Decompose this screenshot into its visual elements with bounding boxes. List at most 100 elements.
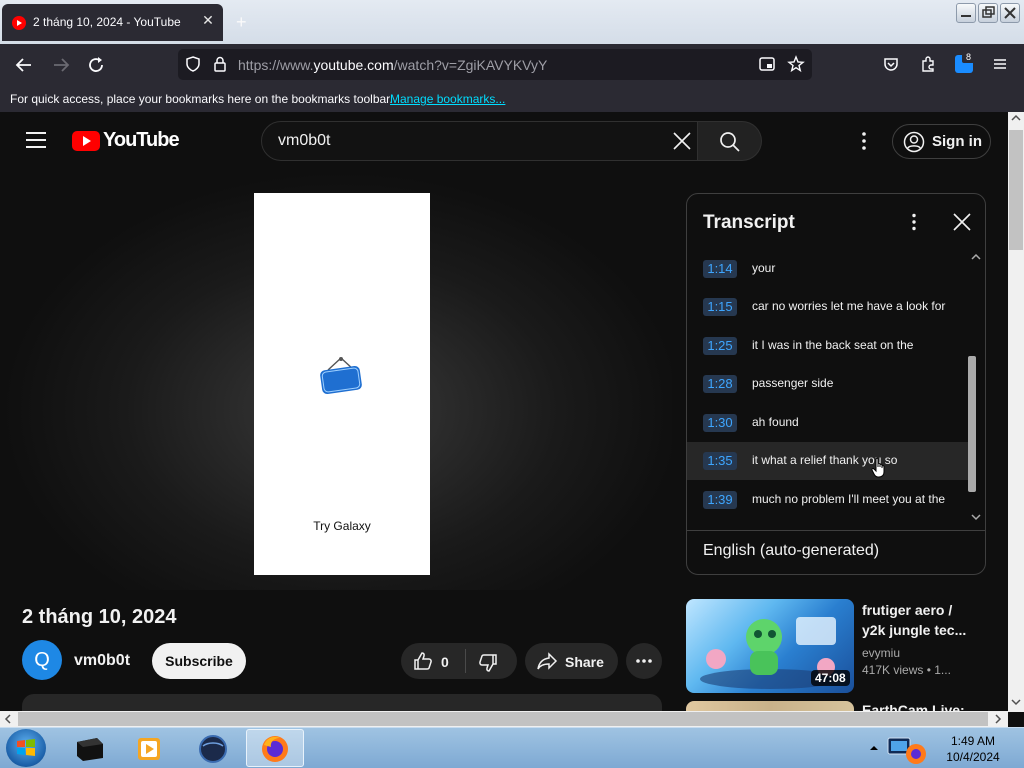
window-close-button[interactable] <box>1000 3 1020 23</box>
recommendation-title-line2: y2k jungle tec... <box>862 622 967 638</box>
transcript-text: your <box>752 261 776 275</box>
windows-logo-icon <box>17 739 35 756</box>
open-sign-icon <box>318 356 364 396</box>
scroll-right-arrow-icon[interactable] <box>994 714 1002 724</box>
page-horizontal-scroll-thumb[interactable] <box>18 712 988 726</box>
bookmarks-toolbar: For quick access, place your bookmarks h… <box>0 86 1024 112</box>
taskbar-app-media-player[interactable] <box>120 729 178 767</box>
start-button[interactable] <box>6 729 46 767</box>
manage-bookmarks-link[interactable]: Manage bookmarks... <box>390 92 505 106</box>
account-circle-icon <box>903 131 925 153</box>
transcript-text: car no worries let me have a look for <box>752 299 946 313</box>
more-horizontal-icon <box>636 659 652 663</box>
taskbar-app-globe[interactable] <box>184 729 242 767</box>
page-vertical-scroll-thumb[interactable] <box>1009 130 1023 250</box>
forward-arrow-icon[interactable] <box>51 55 71 75</box>
transcript-timestamp[interactable]: 1:35 <box>703 452 737 470</box>
tray-network-icon[interactable] <box>886 734 940 766</box>
hamburger-menu-icon[interactable] <box>991 55 1009 73</box>
url-domain: youtube.com <box>313 57 394 73</box>
url-prefix: https://www. <box>238 57 314 73</box>
system-clock[interactable]: 1:49 AM 10/4/2024 <box>944 733 1002 765</box>
tab-close-icon[interactable]: ✕ <box>200 12 216 28</box>
search-query-text[interactable]: vm0b0t <box>278 132 330 150</box>
youtube-favicon-icon <box>12 16 26 30</box>
settings-kebab-icon[interactable] <box>855 131 873 151</box>
channel-avatar[interactable]: Q <box>22 640 62 680</box>
ad-caption[interactable]: Try Galaxy <box>254 519 430 533</box>
transcript-segment[interactable]: 1:25 it I was in the back seat on the <box>687 327 968 365</box>
transcript-segment-hovered[interactable]: 1:35 it what a relief thank you so <box>687 442 968 480</box>
transcript-timestamp[interactable]: 1:25 <box>703 337 737 355</box>
extensions-puzzle-icon[interactable] <box>919 55 937 73</box>
transcript-segment[interactable]: 1:15 car no worries let me have a look f… <box>687 288 968 326</box>
like-count[interactable]: 0 <box>441 654 449 670</box>
show-hidden-icons-arrow-icon[interactable] <box>869 744 879 752</box>
bookmark-star-icon[interactable] <box>787 55 805 73</box>
transcript-segment[interactable]: 1:39 much no problem I'll meet you at th… <box>687 481 968 519</box>
back-arrow-icon[interactable] <box>14 55 34 75</box>
transcript-segment[interactable]: 1:14 your <box>687 250 968 288</box>
transcript-text: ah found <box>752 415 799 429</box>
window-minimize-button[interactable] <box>956 3 976 23</box>
reload-icon[interactable] <box>86 55 106 75</box>
subscribe-button[interactable]: Subscribe <box>152 643 246 679</box>
clear-search-icon[interactable] <box>672 131 692 151</box>
transcript-segment[interactable]: 1:30 ah found <box>687 404 968 442</box>
transcript-timestamp[interactable]: 1:15 <box>703 298 737 316</box>
lock-icon[interactable] <box>211 55 229 73</box>
new-tab-button[interactable]: + <box>236 12 247 33</box>
transcript-title: Transcript <box>703 212 795 233</box>
bookmarks-message: For quick access, place your bookmarks h… <box>10 92 393 106</box>
youtube-logo-icon[interactable] <box>72 131 100 151</box>
scroll-left-arrow-icon[interactable] <box>4 714 12 724</box>
search-button[interactable] <box>698 121 762 161</box>
clock-time: 1:49 AM <box>950 734 996 748</box>
transcript-scrollbar[interactable] <box>968 356 976 492</box>
scroll-down-arrow-icon[interactable] <box>1011 698 1021 706</box>
channel-name[interactable]: vm0b0t <box>74 652 130 670</box>
transcript-segment[interactable]: 1:28 passenger side <box>687 365 968 403</box>
like-divider <box>465 649 466 673</box>
dislike-thumb-down-icon[interactable] <box>477 652 499 674</box>
transcript-scroll-up-icon[interactable] <box>970 252 982 262</box>
transcript-scroll-down-icon[interactable] <box>970 512 982 522</box>
transcript-text: passenger side <box>752 376 834 390</box>
video-title: 2 tháng 10, 2024 <box>22 606 177 628</box>
youtube-logo-text[interactable]: YouTube <box>103 129 180 152</box>
more-actions-button[interactable] <box>626 643 662 679</box>
taskbar-app-firefox[interactable] <box>246 729 304 767</box>
recommendation-meta: 417K views • 1... <box>862 663 951 677</box>
url-path: /watch?v=ZgiKAVYKVyY <box>393 57 548 73</box>
picture-in-picture-icon[interactable] <box>758 55 776 73</box>
share-arrow-icon <box>536 651 558 671</box>
like-thumb-up-icon[interactable] <box>412 650 434 672</box>
transcript-close-icon[interactable] <box>952 212 972 232</box>
transcript-text: it I was in the back seat on the <box>752 338 914 352</box>
extension-badge: 8 <box>962 51 975 63</box>
recommendation-title-line1: frutiger aero / <box>862 602 953 618</box>
media-player-icon <box>138 738 160 760</box>
taskbar-app-terminal[interactable] <box>60 729 118 767</box>
sign-in-button[interactable]: Sign in <box>892 124 991 159</box>
transcript-menu-kebab-icon[interactable] <box>906 213 922 231</box>
browser-tab-active[interactable]: 2 tháng 10, 2024 - YouTube ✕ <box>2 4 223 41</box>
recommendation-title[interactable]: frutiger aero / y2k jungle tec... <box>862 600 972 640</box>
recommendation-channel[interactable]: evymiu <box>862 646 900 660</box>
pocket-icon[interactable] <box>882 55 900 73</box>
scroll-up-arrow-icon[interactable] <box>1011 114 1021 122</box>
share-label: Share <box>565 654 604 670</box>
guide-menu-icon[interactable] <box>26 131 46 149</box>
url-text[interactable]: https://www.youtube.com/watch?v=ZgiKAVYK… <box>238 57 547 73</box>
transcript-timestamp[interactable]: 1:14 <box>703 260 737 278</box>
transcript-timestamp[interactable]: 1:39 <box>703 491 737 509</box>
window-restore-button[interactable] <box>978 3 998 23</box>
transcript-timestamp[interactable]: 1:28 <box>703 375 737 393</box>
sign-in-label: Sign in <box>932 133 982 150</box>
transcript-language-selector[interactable]: English (auto-generated) <box>703 542 879 560</box>
video-duration-badge: 47:08 <box>811 670 850 686</box>
tracking-protection-shield-icon[interactable] <box>184 55 202 73</box>
black-box-app-icon <box>77 738 103 761</box>
hand-cursor-icon <box>871 457 887 479</box>
transcript-timestamp[interactable]: 1:30 <box>703 414 737 432</box>
